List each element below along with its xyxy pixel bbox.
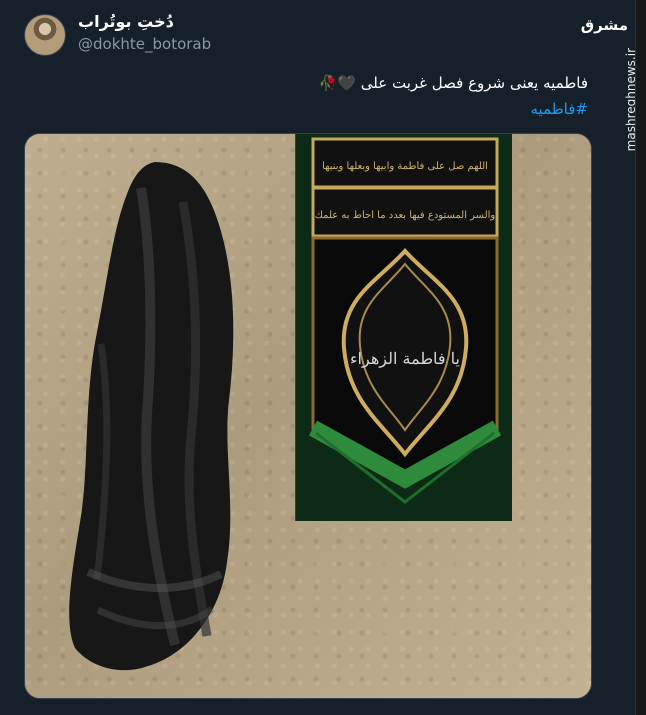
tweet-image[interactable]: اللهم صل علی فاطمة وابیها وبعلها وبنیها …: [24, 133, 592, 699]
banner-illustration: اللهم صل علی فاطمة وابیها وبعلها وبنیها …: [296, 134, 512, 521]
fatemiyeh-banner-image: اللهم صل علی فاطمة وابیها وبعلها وبنیها …: [295, 134, 512, 521]
username-handle[interactable]: @dokhte_botorab: [78, 35, 211, 53]
avatar[interactable]: [24, 14, 66, 56]
display-name[interactable]: دُختِ بوتُراب: [78, 12, 174, 31]
hashtag-link[interactable]: #فاطمیه: [531, 98, 589, 120]
tweet-text: فاطمیه یعنی شروع فصل غربت علی 🖤🥀: [318, 74, 588, 92]
black-chador-image: [69, 162, 234, 671]
tweet-card: دُختِ بوتُراب @dokhte_botorab فاطمیه یعن…: [0, 0, 646, 715]
banner-top-line-2: والسر المستودع فیها بعدد ما احاط به علمك: [315, 210, 496, 221]
mashregh-logo: مشرق: [580, 16, 628, 34]
scrollbar-track[interactable]: [636, 0, 646, 715]
banner-center-calligraphy: یا فاطمة الزهراء: [350, 349, 460, 368]
banner-top-line-1: اللهم صل علی فاطمة وابیها وبعلها وبنیها: [322, 161, 488, 172]
